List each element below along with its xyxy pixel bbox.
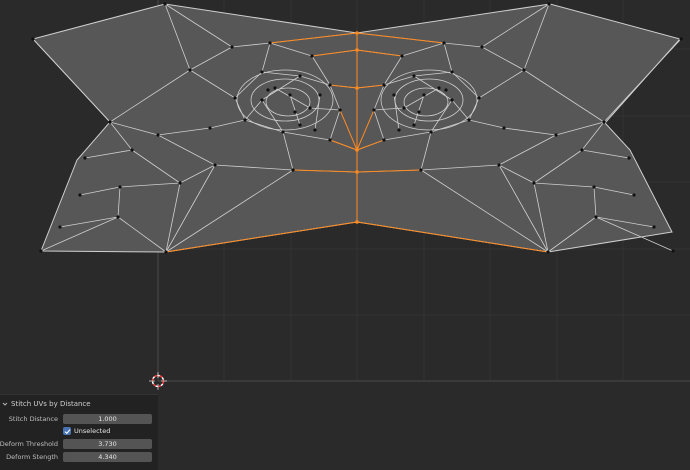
unselected-checkbox[interactable]: Unselected xyxy=(63,427,110,435)
panel-header[interactable]: Stitch UVs by Distance xyxy=(2,398,91,409)
stitch-distance-field[interactable]: 1.000 xyxy=(63,414,152,424)
deform-threshold-row: Deform Threshold 3.730 xyxy=(0,439,158,450)
stitch-distance-label: Stitch Distance xyxy=(8,415,58,423)
deform-threshold-field[interactable]: 3.730 xyxy=(63,439,152,449)
deform-threshold-label: Deform Threshold xyxy=(0,440,58,448)
chevron-down-icon[interactable] xyxy=(2,401,8,407)
deform-strength-row: Deform Stength 4.340 xyxy=(0,452,158,463)
stitch-distance-row: Stitch Distance 1.000 xyxy=(0,414,158,425)
panel-title: Stitch UVs by Distance xyxy=(11,399,91,408)
check-icon xyxy=(64,428,70,434)
checkbox-box[interactable] xyxy=(63,427,71,435)
deform-strength-label: Deform Stength xyxy=(6,453,58,461)
unselected-row: Unselected xyxy=(0,427,158,438)
operator-redo-panel[interactable]: Stitch UVs by Distance Stitch Distance 1… xyxy=(0,394,158,470)
uv-mesh[interactable] xyxy=(31,2,683,254)
unselected-label: Unselected xyxy=(74,427,111,435)
deform-strength-field[interactable]: 4.340 xyxy=(63,452,152,462)
